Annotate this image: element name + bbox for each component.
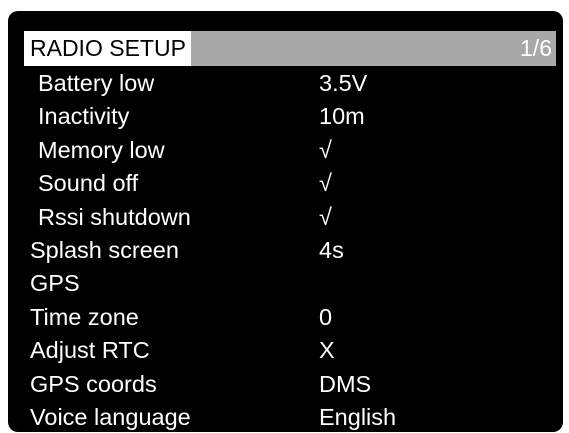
setting-value[interactable]: English — [319, 401, 396, 432]
setting-label: Time zone — [30, 303, 139, 330]
page-indicator: 1/6 — [520, 35, 552, 61]
setting-gps-coords[interactable]: GPS coords DMS — [8, 368, 563, 401]
page-title: RADIO SETUP — [24, 31, 191, 66]
setting-time-zone[interactable]: Time zone 0 — [8, 301, 563, 334]
section-label: GPS — [30, 270, 80, 297]
check-icon[interactable]: √ — [319, 134, 332, 167]
check-icon[interactable]: √ — [319, 201, 332, 234]
setting-label: Memory low — [38, 136, 165, 163]
setting-adjust-rtc[interactable]: Adjust RTC X — [8, 334, 563, 367]
setting-label: Sound off — [38, 170, 139, 197]
settings-list: Battery low 3.5V Inactivity 10m Memory l… — [8, 67, 563, 432]
setting-sound-off[interactable]: Sound off √ — [8, 167, 563, 200]
setting-label: Splash screen — [30, 236, 179, 263]
setting-voice-language[interactable]: Voice language English — [8, 401, 563, 432]
setting-value[interactable]: 10m — [319, 100, 365, 133]
setting-value[interactable]: 3.5V — [319, 67, 367, 100]
setting-label: Adjust RTC — [30, 337, 150, 364]
setting-value[interactable]: 0 — [319, 301, 332, 334]
section-gps: GPS — [8, 267, 563, 300]
setting-label: Inactivity — [38, 103, 130, 130]
setting-value[interactable]: X — [319, 334, 335, 367]
setting-memory-low[interactable]: Memory low √ — [8, 134, 563, 167]
setting-label: Rssi shutdown — [38, 203, 191, 230]
setting-value[interactable]: DMS — [319, 368, 371, 401]
setting-label: Voice language — [30, 403, 191, 430]
setting-rssi-shutdown[interactable]: Rssi shutdown √ — [8, 201, 563, 234]
title-bar: RADIO SETUP 1/6 — [24, 31, 556, 66]
setting-label: GPS coords — [30, 370, 157, 397]
setting-inactivity[interactable]: Inactivity 10m — [8, 100, 563, 133]
radio-screen: RADIO SETUP 1/6 Battery low 3.5V Inactiv… — [8, 11, 563, 432]
setting-splash-screen[interactable]: Splash screen 4s — [8, 234, 563, 267]
setting-battery-low[interactable]: Battery low 3.5V — [8, 67, 563, 100]
setting-label: Battery low — [38, 70, 155, 96]
check-icon[interactable]: √ — [319, 167, 332, 200]
setting-value[interactable]: 4s — [319, 234, 344, 267]
